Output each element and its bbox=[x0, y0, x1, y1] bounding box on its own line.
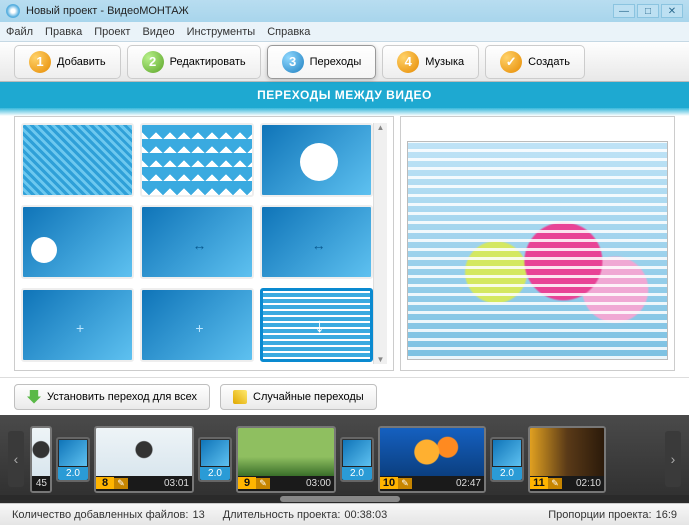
transition-thumb[interactable] bbox=[21, 288, 134, 362]
step-number-icon: 4 bbox=[397, 51, 419, 73]
app-icon bbox=[6, 4, 20, 18]
transition-thumb-selected[interactable] bbox=[260, 288, 373, 362]
clip-thumb bbox=[380, 428, 484, 476]
menu-edit[interactable]: Правка bbox=[45, 26, 82, 38]
tab-label: Создать bbox=[528, 56, 570, 68]
section-header: ПЕРЕХОДЫ МЕЖДУ ВИДЕО bbox=[0, 82, 689, 108]
preview-image bbox=[407, 141, 668, 360]
transition-chip[interactable]: 2.0 bbox=[340, 437, 374, 482]
transition-thumb[interactable] bbox=[140, 205, 253, 279]
transition-thumb[interactable] bbox=[260, 205, 373, 279]
status-files-label: Количество добавленных файлов: bbox=[12, 509, 188, 521]
clip[interactable]: 8✎03:01 bbox=[94, 426, 194, 493]
transition-thumb[interactable] bbox=[260, 123, 373, 197]
status-duration-value: 00:38:03 bbox=[344, 509, 387, 521]
wand-icon bbox=[233, 390, 247, 404]
transition-duration: 2.0 bbox=[58, 467, 88, 480]
clip-partial[interactable]: 45 bbox=[30, 426, 52, 493]
clip-edit-button[interactable]: ✎ bbox=[114, 478, 128, 489]
clip-time: 03:01 bbox=[128, 478, 192, 489]
random-button[interactable]: Случайные переходы bbox=[220, 384, 377, 410]
scrollbar-vertical[interactable] bbox=[373, 123, 387, 364]
close-button[interactable]: ✕ bbox=[661, 4, 683, 18]
titlebar: Новый проект - ВидеоМОНТАЖ — □ ✕ bbox=[0, 0, 689, 22]
tab-add[interactable]: 1 Добавить bbox=[14, 45, 121, 79]
transition-chip[interactable]: 2.0 bbox=[490, 437, 524, 482]
status-aspect-label: Пропорции проекта: bbox=[548, 509, 651, 521]
clip-index: 11 bbox=[530, 477, 548, 489]
minimize-button[interactable]: — bbox=[613, 4, 635, 18]
transition-chip-thumb bbox=[343, 440, 371, 466]
clip-time: 03:00 bbox=[270, 478, 334, 489]
tab-create[interactable]: Создать bbox=[485, 45, 585, 79]
clip-edit-button[interactable]: ✎ bbox=[398, 478, 412, 489]
tab-label: Музыка bbox=[425, 56, 464, 68]
maximize-button[interactable]: □ bbox=[637, 4, 659, 18]
transition-chip[interactable]: 2.0 bbox=[198, 437, 232, 482]
tab-edit[interactable]: 2 Редактировать bbox=[127, 45, 261, 79]
transition-thumb[interactable] bbox=[21, 123, 134, 197]
transition-thumb[interactable] bbox=[140, 288, 253, 362]
menu-file[interactable]: Файл bbox=[6, 26, 33, 38]
tab-label: Редактировать bbox=[170, 56, 246, 68]
clip-time: 02:47 bbox=[412, 478, 484, 489]
transition-chip[interactable]: 2.0 bbox=[56, 437, 90, 482]
action-bar: Установить переход для всех Случайные пе… bbox=[0, 377, 689, 415]
menu-help[interactable]: Справка bbox=[267, 26, 310, 38]
tab-transitions[interactable]: 3 Переходы bbox=[267, 45, 377, 79]
tab-label: Добавить bbox=[57, 56, 106, 68]
transition-duration: 2.0 bbox=[492, 467, 522, 480]
clip-thumb bbox=[530, 428, 604, 476]
button-label: Случайные переходы bbox=[253, 391, 364, 403]
timeline: ‹ 452.08✎03:012.09✎03:002.010✎02:472.011… bbox=[0, 415, 689, 503]
clip[interactable]: 9✎03:00 bbox=[236, 426, 336, 493]
clip-edit-button[interactable]: ✎ bbox=[548, 478, 562, 489]
step-tabs: 1 Добавить 2 Редактировать 3 Переходы 4 Музы… bbox=[0, 42, 689, 82]
download-icon bbox=[27, 390, 41, 404]
status-files-value: 13 bbox=[192, 509, 204, 521]
timeline-scrollbar[interactable] bbox=[0, 495, 689, 503]
status-aspect-value: 16:9 bbox=[656, 509, 677, 521]
clip-index: 9 bbox=[238, 477, 256, 489]
window-title: Новый проект - ВидеоМОНТАЖ bbox=[26, 5, 611, 17]
transitions-grid bbox=[21, 123, 373, 364]
timeline-prev-button[interactable]: ‹ bbox=[8, 431, 24, 487]
clip-thumb bbox=[96, 428, 192, 476]
status-duration-label: Длительность проекта: bbox=[223, 509, 341, 521]
clip-index: 8 bbox=[96, 477, 114, 489]
menu-video[interactable]: Видео bbox=[142, 26, 174, 38]
menubar: Файл Правка Проект Видео Инструменты Спр… bbox=[0, 22, 689, 42]
clip[interactable]: 10✎02:47 bbox=[378, 426, 486, 493]
menu-tools[interactable]: Инструменты bbox=[187, 26, 256, 38]
checkmark-icon bbox=[500, 51, 522, 73]
step-number-icon: 1 bbox=[29, 51, 51, 73]
tab-music[interactable]: 4 Музыка bbox=[382, 45, 479, 79]
clip-index: 10 bbox=[380, 477, 398, 489]
transition-chip-thumb bbox=[201, 440, 229, 466]
timeline-next-button[interactable]: › bbox=[665, 431, 681, 487]
scrollbar-thumb[interactable] bbox=[280, 496, 400, 502]
transition-thumb[interactable] bbox=[21, 205, 134, 279]
statusbar: Количество добавленных файлов: 13 Длител… bbox=[0, 503, 689, 525]
clip-thumb bbox=[238, 428, 334, 476]
content-area bbox=[0, 108, 689, 377]
step-number-icon: 2 bbox=[142, 51, 164, 73]
transition-chip-thumb bbox=[59, 440, 87, 466]
button-label: Установить переход для всех bbox=[47, 391, 197, 403]
clip-edit-button[interactable]: ✎ bbox=[256, 478, 270, 489]
transition-duration: 2.0 bbox=[200, 467, 230, 480]
transitions-grid-panel bbox=[14, 116, 394, 371]
clip-time: 02:10 bbox=[562, 478, 604, 489]
step-number-icon: 3 bbox=[282, 51, 304, 73]
preview-panel bbox=[400, 116, 675, 371]
clip-time: 45 bbox=[32, 478, 50, 489]
transition-chip-thumb bbox=[493, 440, 521, 466]
transition-thumb[interactable] bbox=[140, 123, 253, 197]
apply-all-button[interactable]: Установить переход для всех bbox=[14, 384, 210, 410]
menu-project[interactable]: Проект bbox=[94, 26, 130, 38]
transition-duration: 2.0 bbox=[342, 467, 372, 480]
tab-label: Переходы bbox=[310, 56, 362, 68]
clip[interactable]: 11✎02:10 bbox=[528, 426, 606, 493]
